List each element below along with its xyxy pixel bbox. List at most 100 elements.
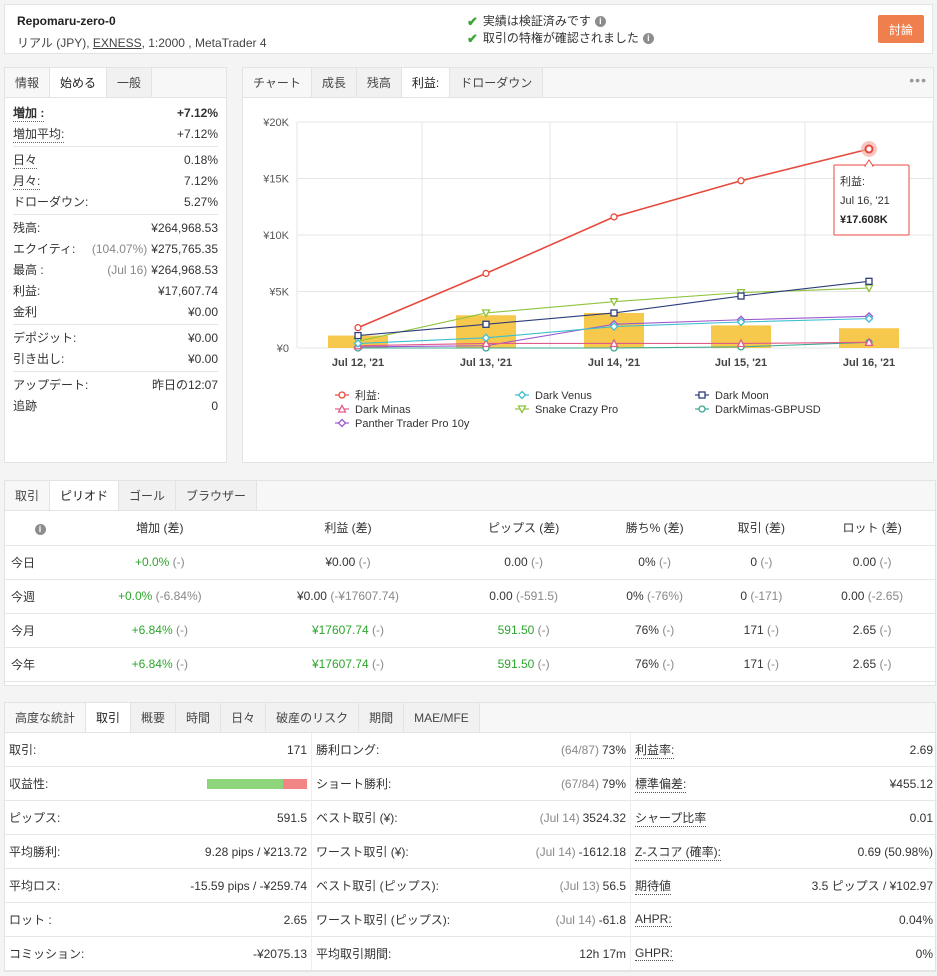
tab-balance[interactable]: 残高 (356, 68, 402, 97)
tab-chart[interactable]: チャート (243, 68, 312, 97)
tab-trades[interactable]: 取引 (5, 481, 51, 510)
tab-advanced-stats[interactable]: 高度な統計 (5, 703, 87, 732)
data-point (737, 292, 745, 300)
period-tabs: 取引 ピリオド ゴール ブラウザー (5, 481, 935, 511)
deposits-row: デポジット: ¥0.00 (13, 327, 218, 348)
legend-item[interactable]: Panther Trader Pro 10y (335, 418, 470, 430)
daily-label: 日々 (13, 152, 38, 169)
legend-item[interactable]: Dark Venus (515, 390, 592, 402)
stat-label: 取引: (9, 743, 37, 757)
equity-value: ¥275,765.35 (151, 241, 218, 256)
data-point (337, 404, 347, 413)
deposits-label: デポジット: (13, 331, 77, 345)
y-tick-label: ¥20K (262, 117, 289, 129)
stat-label: ワースト取引 (¥): (316, 845, 409, 859)
profit-label: 利益: (13, 284, 41, 298)
stat-label: GHPR: (635, 946, 674, 961)
verified-track-record: 実績は検証済みです (482, 14, 591, 28)
monthly-value: 7.12% (183, 173, 218, 188)
stat-cell: ワースト取引 (¥): (Jul 14) -1612.18 (311, 835, 631, 869)
tab-goals[interactable]: ゴール (119, 481, 177, 510)
stat-label: 平均ロス: (9, 879, 61, 893)
info-icon[interactable]: i (642, 33, 654, 44)
tracking-label: 追跡 (13, 399, 38, 413)
stat-label: Z-スコア (確率): (635, 844, 721, 861)
legend-item[interactable]: Snake Crazy Pro (515, 404, 618, 416)
tracking-row: 追跡 0 (13, 395, 218, 416)
check-icon: ✔ (467, 14, 478, 29)
stat-cell: 平均勝利: 9.28 pips / ¥213.72 (5, 835, 311, 869)
balance-label: 残高: (13, 221, 41, 235)
abs-gain-row: 増加平均: +7.12% (13, 123, 218, 144)
tab-growth[interactable]: 成長 (311, 68, 357, 97)
broker-link[interactable]: EXNESS (93, 36, 142, 50)
tab-trades[interactable]: 取引 (86, 703, 132, 732)
deposits-value: ¥0.00 (187, 330, 218, 345)
more-options-icon[interactable]: ••• (909, 72, 927, 88)
stat-cell: 勝利ロング: (64/87) 73% (311, 733, 631, 767)
advanced-stats-panel: 高度な統計 取引 概要 時間 日々 破産のリスク 期間 MAE/MFE 取引: 1… (4, 702, 937, 972)
stat-label: 利益率: (635, 742, 675, 759)
updated-label: アップデート: (13, 378, 89, 392)
stat-value: (Jul 14) -61.8 (555, 912, 626, 927)
tab-profit[interactable]: 利益: (401, 68, 451, 97)
tab-general[interactable]: 一般 (107, 68, 153, 97)
tab-drawdown[interactable]: ドローダウン (450, 68, 544, 97)
legend-item[interactable]: Dark Minas (335, 404, 411, 416)
stat-value: 591.5 (276, 810, 307, 825)
stat-cell: 取引: 171 (5, 733, 311, 767)
legend-label: Panther Trader Pro 10y (355, 418, 470, 430)
stat-label: 期待値 (635, 878, 672, 895)
tab-duration[interactable]: 期間 (359, 703, 405, 732)
stat-value: (Jul 14) 3524.32 (539, 810, 626, 825)
period-cell: 76% (-) (595, 647, 714, 682)
legend-item[interactable]: DarkMimas-GBPUSD (695, 404, 821, 416)
period-cell: 今月 (5, 613, 75, 648)
drawdown-row: ドローダウン: 5.27% (13, 191, 218, 212)
tab-summary[interactable]: 概要 (131, 703, 177, 732)
info-icon[interactable]: i (34, 523, 46, 535)
tab-periods[interactable]: ピリオド (50, 481, 120, 510)
period-row: 今日 +0.0% (-) ¥0.00 (-) 0.00 (-) 0% (-) 0 (-) 0… (5, 545, 935, 580)
account-type: リアル (JPY), (17, 36, 93, 50)
legend-label: DarkMimas-GBPUSD (715, 404, 821, 416)
stat-cell: ショート勝利: (67/84) 79% (311, 767, 631, 801)
stat-cell: シャープ比率 0.01 (631, 801, 937, 835)
tab-start[interactable]: 始める (50, 68, 108, 97)
x-tick-label: Jul 12, '21 (332, 357, 384, 369)
verified-trading-privileges: 取引の特権が確認されました (482, 31, 639, 45)
account-name: Repomaru-zero-0 (17, 14, 116, 28)
period-cell: 0% (-) (595, 545, 714, 580)
legend-item[interactable]: Dark Moon (695, 390, 769, 402)
legend-item[interactable]: 利益: (335, 388, 380, 402)
tab-browser[interactable]: ブラウザー (176, 481, 258, 510)
tab-risk-of-ruin[interactable]: 破産のリスク (266, 703, 360, 732)
highest-value: ¥264,968.53 (151, 262, 218, 277)
highest-label: 最高 : (13, 263, 44, 277)
check-icon: ✔ (467, 31, 478, 46)
tab-mae-mfe[interactable]: MAE/MFE (404, 703, 480, 732)
abs-gain-value: +7.12% (176, 126, 218, 141)
period-cell: 0% (-76%) (595, 579, 714, 614)
data-point (482, 320, 490, 328)
tab-hours[interactable]: 時間 (176, 703, 222, 732)
stat-cell: ピップス: 591.5 (5, 801, 311, 835)
tab-info[interactable]: 情報 (5, 68, 51, 97)
period-cell: 0.00 (-) (451, 545, 596, 580)
info-icon[interactable]: i (594, 16, 606, 27)
x-tick-label: Jul 13, '21 (460, 357, 512, 369)
tab-daily[interactable]: 日々 (221, 703, 267, 732)
interest-row: 金利 ¥0.00 (13, 301, 218, 322)
discuss-button[interactable]: 討論 (878, 15, 924, 43)
withdrawals-value: ¥0.00 (187, 351, 218, 366)
period-cell: 0.00 (-2.65) (809, 579, 935, 614)
profit-row: 利益: ¥17,607.74 (13, 280, 218, 301)
col-win: 勝ち% (差) (595, 511, 714, 546)
data-point (338, 391, 346, 399)
period-cell: 2.65 (-) (809, 647, 935, 682)
balance-value: ¥264,968.53 (151, 220, 218, 235)
period-cell: 171 (-) (713, 647, 810, 682)
col-lots: ロット (差) (809, 511, 935, 546)
stat-cell: Z-スコア (確率): 0.69 (50.98%) (631, 835, 937, 869)
daily-value: 0.18% (183, 152, 218, 167)
